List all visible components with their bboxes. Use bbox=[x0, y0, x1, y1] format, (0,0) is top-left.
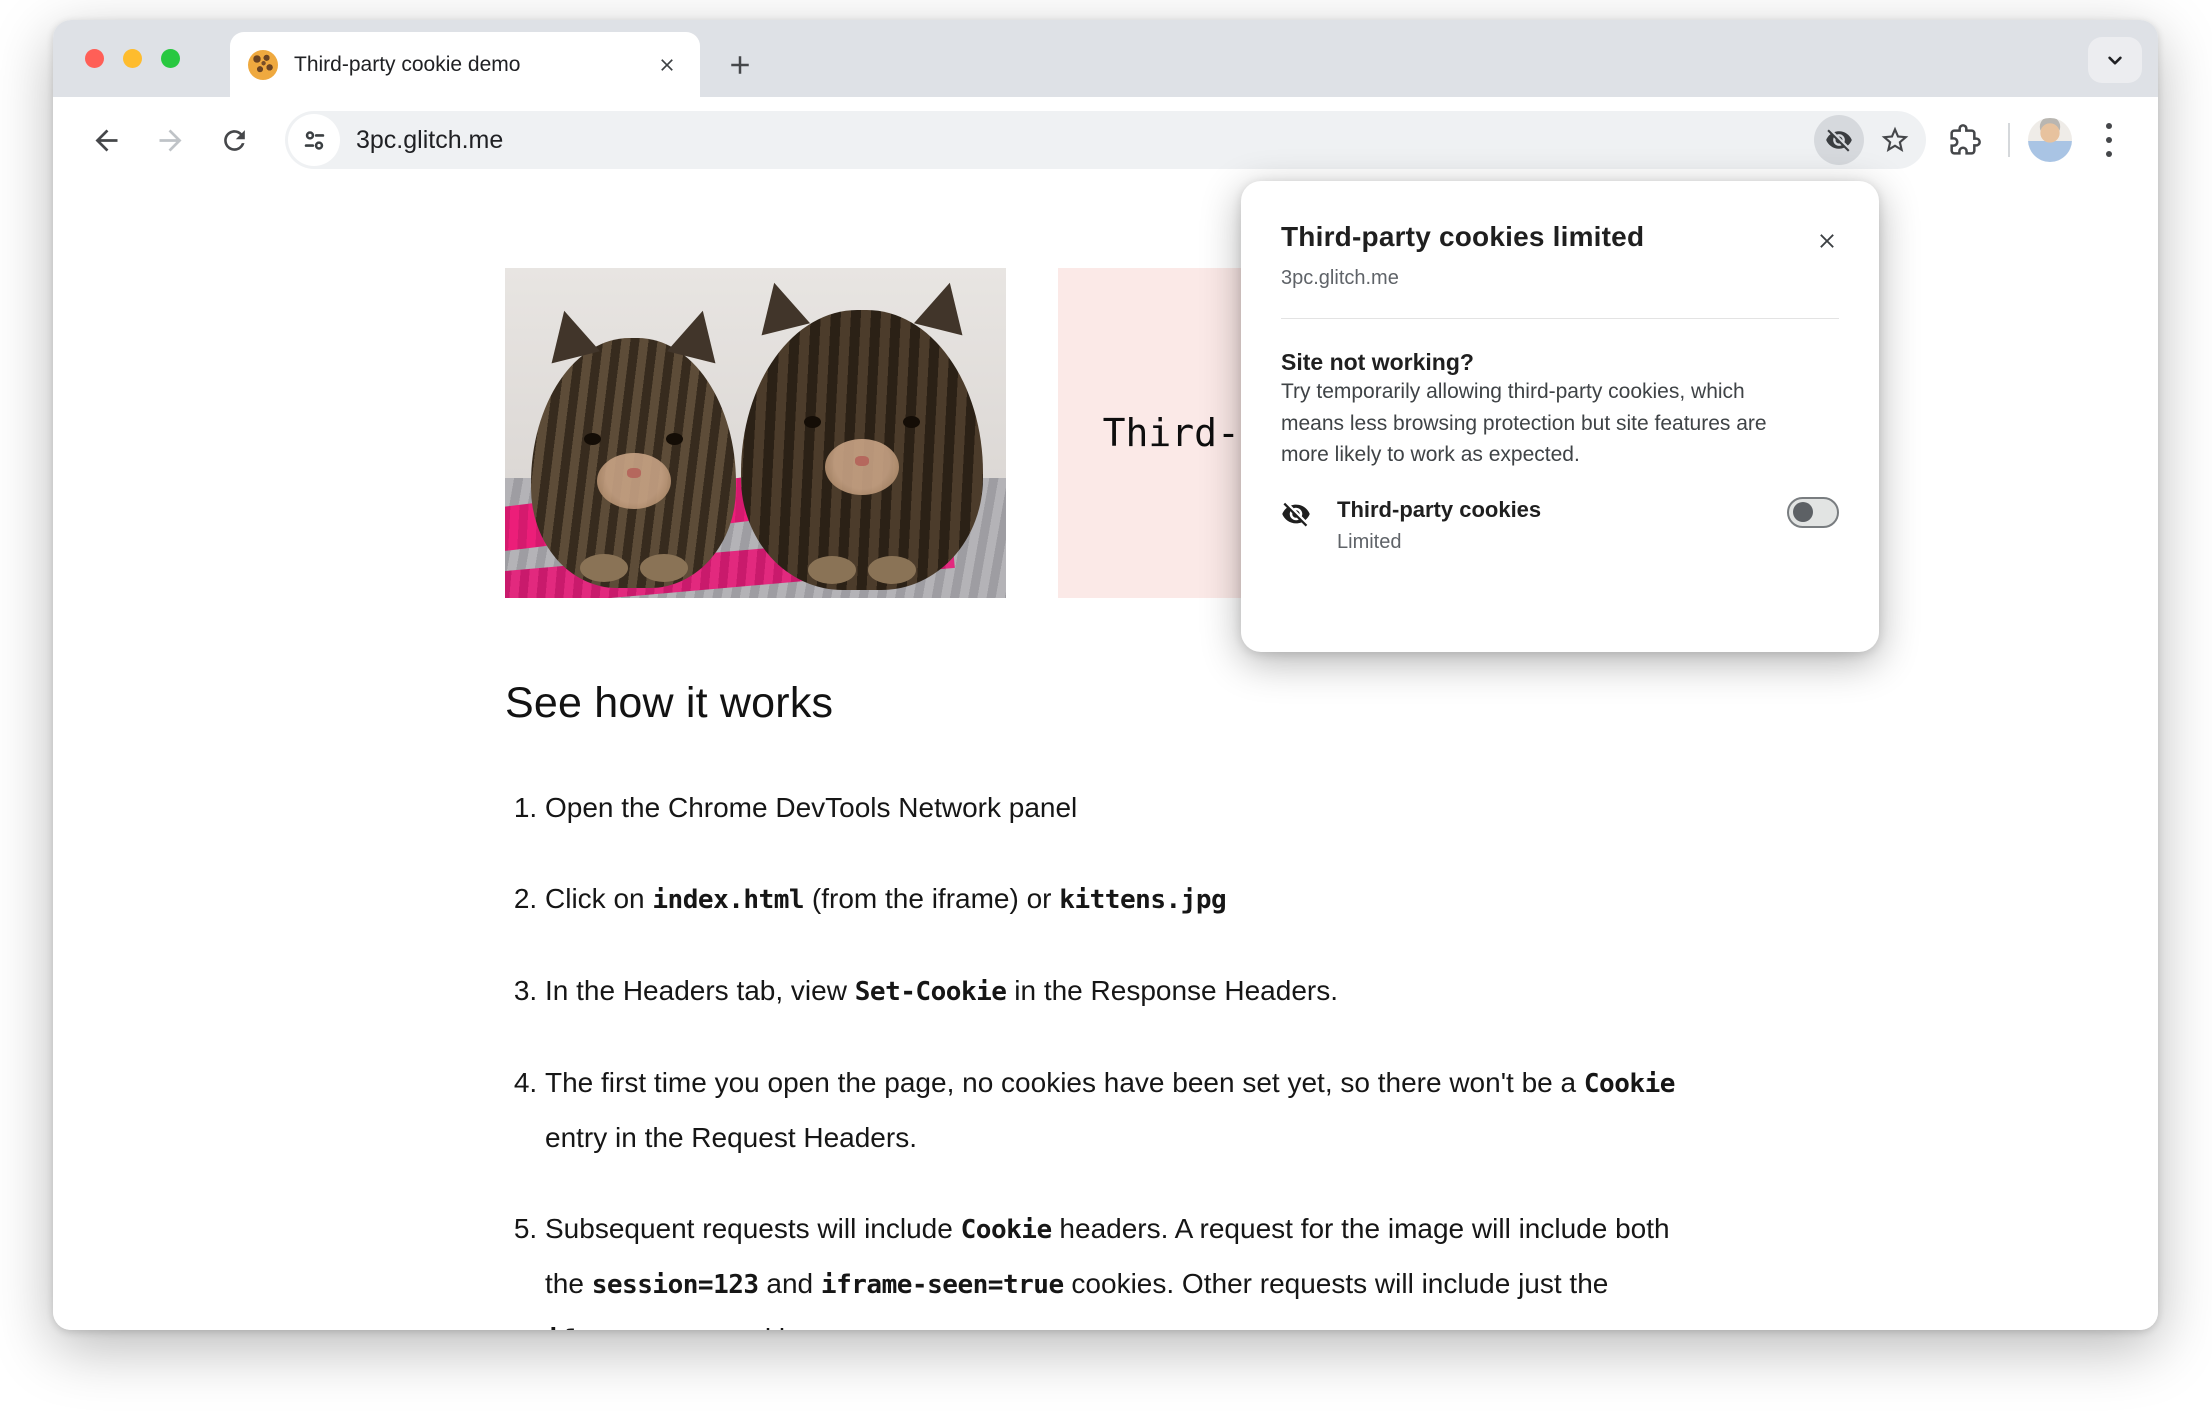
maximize-window-button[interactable] bbox=[161, 49, 180, 68]
url-text[interactable]: 3pc.glitch.me bbox=[356, 126, 1814, 155]
third-party-cookies-toggle[interactable] bbox=[1787, 496, 1839, 528]
eye-off-icon bbox=[1281, 499, 1311, 529]
kebab-menu-icon bbox=[2106, 123, 2112, 157]
toggle-status: Limited bbox=[1337, 530, 1402, 553]
kittens-photo bbox=[505, 268, 1006, 598]
steps-list: Open the Chrome DevTools Network panel Cl… bbox=[505, 781, 1680, 1330]
reload-button[interactable] bbox=[207, 113, 261, 167]
toggle-knob bbox=[1793, 502, 1813, 522]
forward-button[interactable] bbox=[143, 113, 197, 167]
popup-title: Third-party cookies limited bbox=[1281, 221, 1645, 252]
browser-menu-button[interactable] bbox=[2086, 117, 2132, 163]
address-bar[interactable]: 3pc.glitch.me bbox=[285, 111, 1926, 169]
list-item: Open the Chrome DevTools Network panel bbox=[545, 781, 1680, 835]
tab-search-chevron-button[interactable] bbox=[2088, 37, 2142, 83]
popup-section-title: Site not working? bbox=[1281, 349, 1474, 375]
bookmark-star-icon[interactable] bbox=[1872, 117, 1918, 163]
popup-body-line: means less browsing protection but site … bbox=[1281, 411, 1767, 435]
browser-window: Third-party cookie demo 3pc.glitch.me Th… bbox=[53, 20, 2158, 1330]
tab-strip: Third-party cookie demo bbox=[53, 20, 2158, 97]
tab-title: Third-party cookie demo bbox=[294, 52, 521, 76]
popup-body-line: Try temporarily allowing third-party coo… bbox=[1281, 380, 1745, 403]
list-item: Click on index.html (from the iframe) or… bbox=[545, 872, 1680, 927]
popup-body-line: more likely to work as expected. bbox=[1281, 443, 1580, 466]
profile-avatar[interactable] bbox=[2028, 118, 2072, 162]
cookie-favicon-icon bbox=[248, 49, 278, 80]
list-item: Subsequent requests will include Cookie … bbox=[545, 1202, 1680, 1330]
toggle-label: Third-party cookies bbox=[1337, 496, 1542, 522]
page-heading: See how it works bbox=[505, 679, 834, 727]
popup-site: 3pc.glitch.me bbox=[1281, 267, 1399, 289]
minimize-window-button[interactable] bbox=[123, 49, 142, 68]
list-item: In the Headers tab, view Set-Cookie in t… bbox=[545, 964, 1680, 1019]
tab-close-icon[interactable] bbox=[652, 50, 682, 80]
new-tab-button[interactable] bbox=[721, 46, 759, 84]
close-window-button[interactable] bbox=[85, 49, 104, 68]
list-item: The first time you open the page, no coo… bbox=[545, 1056, 1680, 1165]
popup-divider bbox=[1281, 318, 1839, 319]
window-controls bbox=[85, 49, 180, 68]
browser-toolbar: 3pc.glitch.me bbox=[53, 97, 2158, 183]
extensions-puzzle-icon[interactable] bbox=[1940, 115, 1990, 165]
popup-close-icon[interactable] bbox=[1809, 223, 1845, 259]
third-party-cookies-blocked-icon[interactable] bbox=[1814, 115, 1864, 165]
toolbar-divider bbox=[2008, 123, 2010, 157]
site-settings-icon[interactable] bbox=[288, 114, 340, 166]
browser-tab[interactable]: Third-party cookie demo bbox=[230, 32, 700, 97]
cookies-limited-popup: Third-party cookies limited 3pc.glitch.m… bbox=[1241, 181, 1879, 652]
back-button[interactable] bbox=[79, 113, 133, 167]
